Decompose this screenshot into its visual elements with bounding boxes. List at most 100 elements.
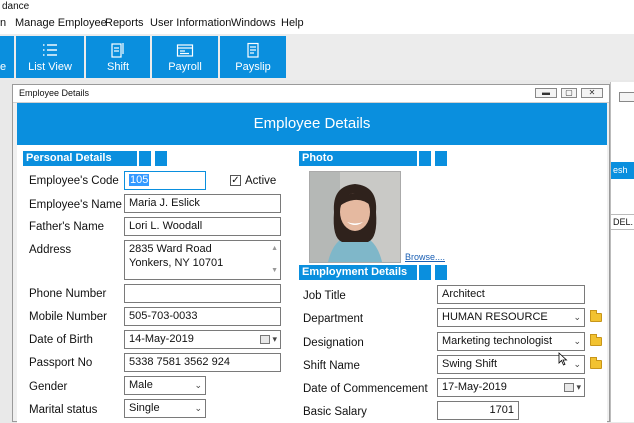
chevron-down-icon[interactable]: ⌄ [194,377,202,394]
menu-item-help[interactable]: Help [281,17,304,29]
chevron-down-icon[interactable]: ⌄ [573,356,581,373]
folder-icon[interactable] [590,357,602,369]
bg-del-label: DEL. [613,217,634,227]
chevron-down-icon[interactable]: ⌄ [573,333,581,350]
payslip-button[interactable]: Payslip [220,36,286,78]
basic-salary-field[interactable]: 1701 [437,401,519,420]
passport-label: Passport No [29,357,93,369]
menu-item-reports[interactable]: Reports [105,17,144,29]
passport-value: 5338 7581 3562 924 [129,356,230,368]
father-name-value: Lori L. Woodall [129,220,203,232]
employee-name-field[interactable]: Maria J. Eslick [124,194,281,213]
chevron-down-icon[interactable]: ⌄ [194,400,202,417]
shift-button[interactable]: Shift [86,36,150,78]
employment-details-title: Employment Details [302,266,408,278]
gender-label: Gender [29,381,68,393]
browse-link[interactable]: Browse.... [405,252,445,262]
address-line-1: 2835 Ward Road [129,243,212,255]
page-title: Employee Details [253,115,371,132]
payslip-label: Payslip [235,61,271,73]
menu-bar: n Manage Employee Reports User Informati… [0,14,634,35]
page-header: Employee Details [17,103,607,145]
date-of-birth-value: 14-May-2019 [129,333,194,345]
address-label: Address [29,244,72,256]
photo-header: Photo [299,151,417,166]
gender-value: Male [129,379,153,391]
mobile-number-field[interactable]: 505-703-0033 [124,307,281,326]
menu-item-user-information[interactable]: User Information [150,17,231,29]
mouse-cursor-icon [558,352,568,366]
date-of-commencement-picker[interactable]: 17-May-2019 ▾ [437,378,585,397]
chevron-down-icon[interactable]: ⌄ [573,309,581,326]
job-title-field[interactable]: Architect [437,285,585,304]
father-name-field[interactable]: Lori L. Woodall [124,217,281,236]
menu-item-partial[interactable]: n [0,17,6,29]
employment-details-header: Employment Details [299,265,417,280]
address-field[interactable]: 2835 Ward Road Yonkers, NY 10701 ▲ ▼ [124,240,281,280]
job-title-value: Architect [442,288,485,300]
background-window: esh DEL. [610,82,634,422]
father-name-label: Father's Name [29,221,105,233]
bg-refresh-label: esh [613,165,628,175]
date-of-commencement-label: Date of Commencement [303,383,428,395]
close-button[interactable]: ✕ [581,88,603,98]
form-area: Personal Details Employee's Code 105 ✓ A… [17,145,607,423]
designation-value: Marketing technologist [442,335,553,347]
chevron-down-icon[interactable]: ▾ [576,379,581,396]
toolbar-partial-button[interactable]: e [0,36,14,78]
list-view-button[interactable]: List View [16,36,84,78]
employee-code-field[interactable]: 105 [124,171,206,190]
list-icon [43,44,57,56]
passport-field[interactable]: 5338 7581 3562 924 [124,353,281,372]
payroll-button[interactable]: Payroll [152,36,218,78]
calendar-icon[interactable] [260,335,270,344]
toolbar: e List View Shift Payroll Payslip [0,34,634,80]
payroll-label: Payroll [168,61,202,73]
employee-portrait [310,172,400,262]
designation-select[interactable]: Marketing technologist ⌄ [437,332,585,351]
department-label: Department [303,313,364,325]
date-of-commencement-value: 17-May-2019 [442,381,507,393]
shift-name-value: Swing Shift [442,358,498,370]
marital-status-select[interactable]: Single ⌄ [124,399,206,418]
mobile-number-value: 505-703-0033 [129,310,198,322]
menu-item-windows[interactable]: Windows [231,17,276,29]
child-window-title: Employee Details [19,88,90,98]
calendar-icon[interactable] [564,383,574,392]
phone-number-label: Phone Number [29,288,107,300]
minimize-button[interactable]: ▬ [535,88,557,98]
phone-number-field[interactable] [124,284,281,303]
personal-header-block [139,151,151,166]
basic-salary-label: Basic Salary [303,406,367,418]
date-of-birth-label: Date of Birth [29,334,93,346]
scroll-down-icon[interactable]: ▼ [271,264,278,278]
department-select[interactable]: HUMAN RESOURCE ⌄ [437,308,585,327]
folder-icon[interactable] [590,310,602,322]
job-title-label: Job Title [303,290,346,302]
toolbar-partial-label: e [0,61,7,73]
department-value: HUMAN RESOURCE [442,311,548,323]
shift-label: Shift [106,61,129,73]
photo-title: Photo [302,152,334,164]
maximize-button[interactable]: ▢ [561,88,577,98]
date-of-birth-picker[interactable]: 14-May-2019 ▾ [124,330,281,349]
personal-details-header: Personal Details [23,151,137,166]
folder-icon[interactable] [590,334,602,346]
active-checkbox[interactable]: ✓ [230,175,241,186]
marital-status-value: Single [129,402,160,414]
payslip-icon [247,42,259,58]
bg-del-header: DEL. [611,214,634,230]
scroll-up-icon[interactable]: ▲ [271,242,278,256]
employee-photo[interactable] [309,171,401,263]
app-title: dance [2,1,30,12]
active-label: Active [245,175,277,187]
app-titlebar: dance [0,0,634,14]
designation-label: Designation [303,337,364,349]
chevron-down-icon[interactable]: ▾ [272,331,277,348]
menu-item-manage-employee[interactable]: Manage Employee [15,17,107,29]
list-view-label: List View [28,61,72,73]
bg-window-control[interactable] [619,92,634,102]
gender-select[interactable]: Male ⌄ [124,376,206,395]
bg-refresh-header: esh [611,162,634,179]
employment-header-block [435,265,447,280]
